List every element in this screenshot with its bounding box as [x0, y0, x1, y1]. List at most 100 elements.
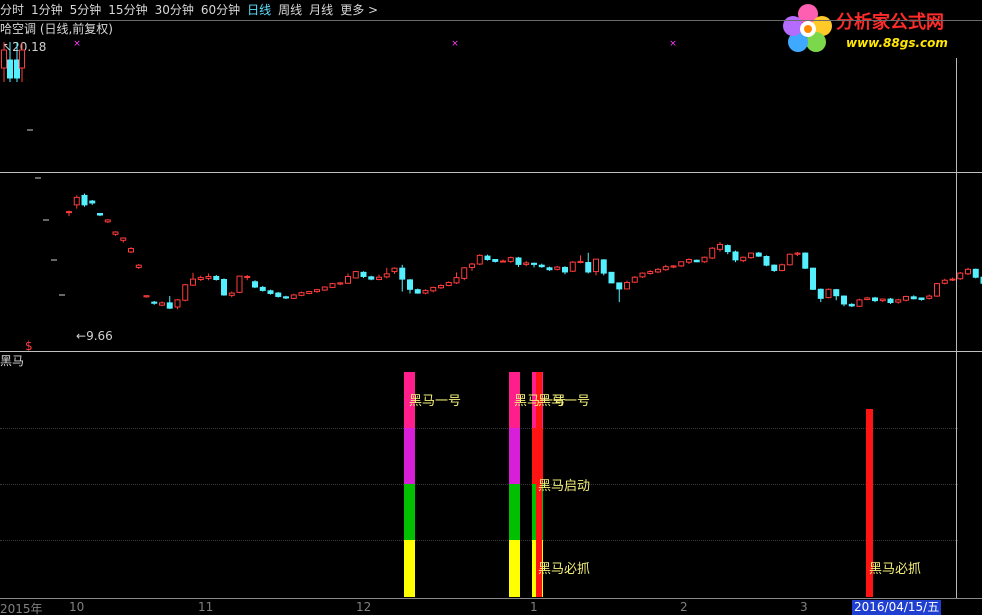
candle[interactable] [345, 273, 351, 285]
candle[interactable] [562, 266, 568, 275]
candle[interactable] [957, 271, 964, 280]
candle[interactable] [492, 259, 499, 263]
candle[interactable] [135, 264, 142, 269]
candle[interactable] [159, 301, 165, 307]
candle[interactable] [414, 288, 421, 294]
candle[interactable] [755, 251, 762, 257]
candle[interactable] [143, 295, 150, 298]
candle[interactable] [321, 286, 328, 291]
candle[interactable] [918, 297, 925, 301]
candle[interactable] [786, 253, 793, 266]
candle[interactable] [825, 288, 832, 299]
candle[interactable] [151, 300, 158, 305]
candle[interactable] [763, 255, 770, 267]
candle[interactable] [593, 258, 599, 276]
candle[interactable] [771, 264, 778, 272]
candle[interactable] [407, 279, 413, 294]
candle[interactable] [298, 291, 305, 297]
candle[interactable] [903, 295, 909, 302]
candle[interactable] [166, 296, 173, 309]
candle[interactable] [538, 263, 545, 268]
candle[interactable] [197, 275, 204, 282]
candle[interactable] [461, 267, 468, 281]
candle[interactable] [190, 272, 196, 286]
candle[interactable] [104, 219, 111, 223]
candle[interactable] [1, 42, 7, 82]
candle[interactable] [910, 295, 917, 300]
candle[interactable] [887, 297, 894, 305]
candle[interactable] [879, 298, 886, 303]
candle[interactable] [949, 277, 956, 282]
candle[interactable] [523, 261, 530, 267]
candle[interactable] [678, 261, 685, 268]
candle[interactable] [841, 295, 847, 307]
candle[interactable] [306, 290, 313, 295]
candle[interactable] [445, 281, 452, 287]
candle[interactable] [399, 264, 406, 292]
candle[interactable] [577, 255, 584, 264]
candle[interactable] [128, 247, 134, 254]
candle[interactable] [515, 256, 522, 268]
candle[interactable] [585, 252, 592, 274]
candle[interactable] [616, 282, 623, 303]
candle[interactable] [624, 280, 630, 290]
candle[interactable] [631, 276, 638, 283]
candle[interactable] [275, 291, 282, 298]
candle[interactable] [484, 254, 491, 261]
candle[interactable] [639, 272, 646, 278]
candle[interactable] [833, 288, 840, 301]
candle[interactable] [368, 275, 375, 281]
candle[interactable] [430, 286, 437, 293]
candle[interactable] [608, 271, 615, 284]
candlestick-chart[interactable]: × × × [0, 0, 982, 352]
candle[interactable] [352, 270, 359, 279]
candle[interactable] [864, 296, 871, 301]
candle[interactable] [670, 265, 677, 269]
candle[interactable] [391, 267, 398, 274]
candle[interactable] [228, 291, 235, 298]
candle[interactable] [221, 278, 227, 296]
candle[interactable] [802, 252, 809, 269]
candle[interactable] [244, 274, 251, 281]
candle[interactable] [290, 293, 297, 300]
candle[interactable] [376, 274, 382, 281]
candle[interactable] [267, 289, 274, 295]
candle[interactable] [531, 262, 537, 268]
candle[interactable] [383, 267, 390, 279]
candle[interactable] [453, 272, 460, 285]
candle[interactable] [329, 282, 336, 289]
candle[interactable] [174, 299, 181, 310]
candle[interactable] [794, 251, 801, 257]
candle[interactable] [872, 296, 878, 303]
candle[interactable] [600, 259, 607, 276]
candle[interactable] [81, 193, 88, 207]
candle[interactable] [817, 288, 824, 303]
candle[interactable] [569, 261, 576, 272]
candle[interactable] [647, 270, 654, 275]
candle[interactable] [73, 195, 80, 209]
candle[interactable] [7, 42, 13, 82]
candle[interactable] [740, 256, 747, 263]
candle[interactable] [926, 294, 933, 300]
candle[interactable] [422, 289, 429, 295]
candle[interactable] [546, 266, 553, 271]
candle[interactable] [213, 274, 220, 281]
candle[interactable] [120, 237, 127, 243]
candle[interactable] [724, 244, 731, 255]
candle[interactable] [476, 254, 483, 266]
candle[interactable] [14, 42, 20, 82]
candle[interactable] [314, 288, 320, 293]
candle[interactable] [507, 256, 514, 263]
candle[interactable] [500, 259, 506, 263]
candle[interactable] [693, 259, 700, 263]
candle[interactable] [469, 262, 475, 271]
candle[interactable] [205, 273, 212, 281]
candle[interactable] [662, 264, 669, 271]
candle[interactable] [848, 303, 855, 308]
candle[interactable] [686, 258, 692, 265]
candle[interactable] [655, 268, 661, 274]
candle[interactable] [941, 278, 948, 285]
candle[interactable] [554, 265, 561, 271]
candle[interactable] [895, 298, 902, 304]
candle[interactable] [748, 252, 754, 259]
